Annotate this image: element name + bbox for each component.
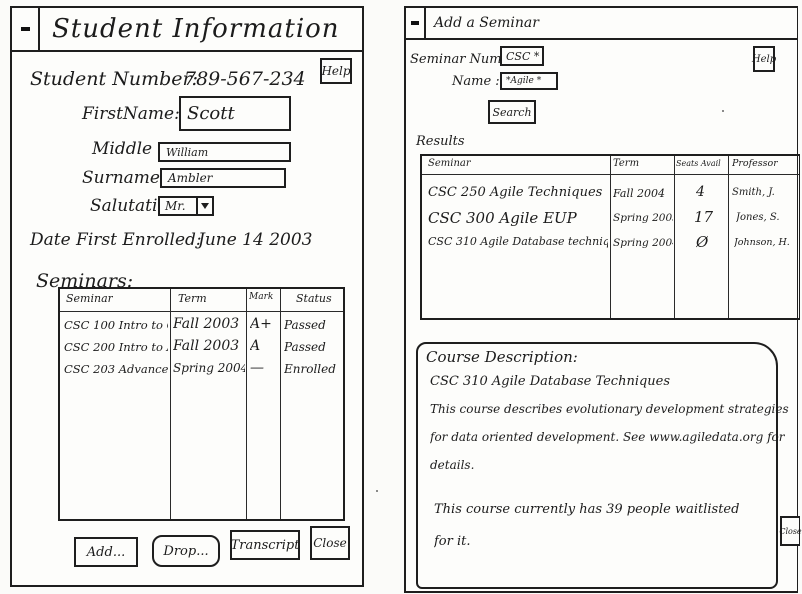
close-button[interactable]: Close [779, 516, 802, 546]
seats-cell: 17 [694, 208, 714, 226]
name-value: *Agile * [506, 76, 542, 86]
term-cell: Fall 2004 [613, 187, 665, 200]
minus-icon [411, 21, 419, 25]
date-enrolled-label: Date First Enrolled: [30, 230, 202, 250]
seats-cell: 4 [696, 184, 705, 200]
salutation-value: Mr. [165, 199, 186, 213]
column-divider [610, 156, 611, 318]
column-header-seats-avail[interactable]: Seats Avail [676, 159, 721, 168]
date-enrolled-value: June 14 2003 [198, 230, 313, 250]
surname-field[interactable]: Ambler [160, 168, 286, 188]
description-line: This course describes evolutionary devel… [430, 402, 789, 416]
status-cell: Enrolled [284, 362, 336, 376]
seminar-cell: CSC 200 Intro to AM [64, 340, 168, 354]
surname-label: Surname : [82, 168, 172, 188]
seminar-cell: CSC 300 Agile EUP [428, 209, 577, 227]
transcript-button[interactable]: Transcript [230, 530, 300, 560]
minus-icon [20, 27, 30, 31]
seminar-number-field[interactable]: CSC * [500, 46, 544, 66]
term-cell: Spring 2005 [613, 212, 673, 224]
description-line: This course currently has 39 people wait… [434, 502, 740, 517]
mark-cell: A [250, 338, 261, 354]
column-header-term[interactable]: Term [613, 158, 639, 169]
column-divider [170, 289, 171, 519]
first-name-field[interactable]: Scott [179, 96, 291, 131]
seminar-cell: CSC 100 Intro to CS [64, 318, 168, 332]
professor-cell: Johnson, H. [734, 237, 790, 248]
term-cell: Fall 2003 [173, 316, 240, 332]
student-number-label: Student Number: [30, 68, 198, 90]
add-seminar-window: Add a Seminar Help Seminar Number: CSC *… [404, 6, 802, 593]
pencil-speck [722, 110, 724, 112]
mark-cell: — [250, 360, 264, 376]
results-label: Results [416, 134, 465, 149]
student-window-titlebar: Student Information [12, 8, 362, 52]
professor-cell: Jones, S. [736, 212, 780, 223]
name-label: Name : [452, 74, 500, 89]
term-cell: Spring 2004 [613, 237, 673, 249]
column-header-seminar[interactable]: Seminar [428, 158, 471, 169]
column-header-term[interactable]: Term [178, 292, 207, 305]
term-cell: Fall 2003 [173, 338, 240, 354]
window-menu-button[interactable] [12, 8, 40, 50]
name-field[interactable]: *Agile * [500, 72, 558, 90]
middle-label: Middle : [92, 139, 164, 159]
column-divider [674, 156, 675, 318]
column-header-mark[interactable]: Mark [249, 292, 273, 302]
add-seminar-button[interactable]: Add... [74, 537, 138, 567]
results-table[interactable]: Seminar Term Seats Avail Professor CSC 2… [420, 154, 800, 320]
mark-cell: A+ [250, 316, 272, 332]
seminar-cell: CSC 310 Agile Database techniques [428, 235, 608, 248]
drop-seminar-button[interactable]: Drop... [152, 535, 220, 567]
close-button[interactable]: Close [310, 526, 350, 560]
header-divider [60, 311, 343, 312]
column-header-professor[interactable]: Professor [732, 158, 778, 169]
window-menu-button[interactable] [406, 8, 426, 38]
seminar-window-titlebar: Add a Seminar [406, 8, 797, 40]
course-description-label: Course Description: [424, 348, 580, 366]
chevron-down-icon [201, 203, 209, 209]
description-line: CSC 310 Agile Database Techniques [430, 374, 671, 389]
help-button[interactable]: Help [320, 58, 352, 84]
professor-cell: Smith, J. [732, 187, 775, 198]
dropdown-arrow-box[interactable] [196, 198, 212, 214]
description-line: for data oriented development. See www.a… [430, 430, 785, 444]
column-header-seminar[interactable]: Seminar [66, 292, 113, 305]
pencil-speck [376, 490, 378, 492]
seminar-cell: CSC 250 Agile Techniques [428, 185, 603, 200]
status-cell: Passed [284, 340, 326, 354]
term-cell: Spring 2004 [173, 361, 245, 375]
first-name-label: FirstName: [82, 104, 180, 124]
status-cell: Passed [284, 318, 326, 332]
surname-value: Ambler [168, 171, 213, 185]
course-description-panel: Course Description: CSC 310 Agile Databa… [416, 342, 789, 589]
window-title: Student Information [52, 14, 340, 44]
seminars-table[interactable]: Seminar Term Mark Status CSC 100 Intro t… [58, 287, 345, 521]
salutation-select[interactable]: Mr. [158, 196, 214, 216]
first-name-value: Scott [187, 103, 235, 124]
seminar-number-value: CSC * [506, 49, 540, 63]
seats-cell: Ø [696, 233, 709, 251]
description-line: for it. [434, 534, 471, 549]
help-button[interactable]: Help [752, 46, 776, 72]
middle-name-field[interactable]: William [158, 142, 291, 162]
middle-name-value: William [166, 145, 209, 159]
window-title: Add a Seminar [434, 15, 539, 31]
column-divider [280, 289, 281, 519]
column-header-status[interactable]: Status [296, 292, 332, 305]
seminar-cell: CSC 203 Advanced AM [64, 362, 168, 376]
description-line: details. [430, 458, 475, 472]
student-number-value: 789-567-234 [184, 68, 306, 90]
search-button[interactable]: Search [488, 100, 536, 124]
column-divider [246, 289, 247, 519]
column-divider [728, 156, 729, 318]
student-information-window: Student Information Help Student Number:… [10, 6, 364, 587]
